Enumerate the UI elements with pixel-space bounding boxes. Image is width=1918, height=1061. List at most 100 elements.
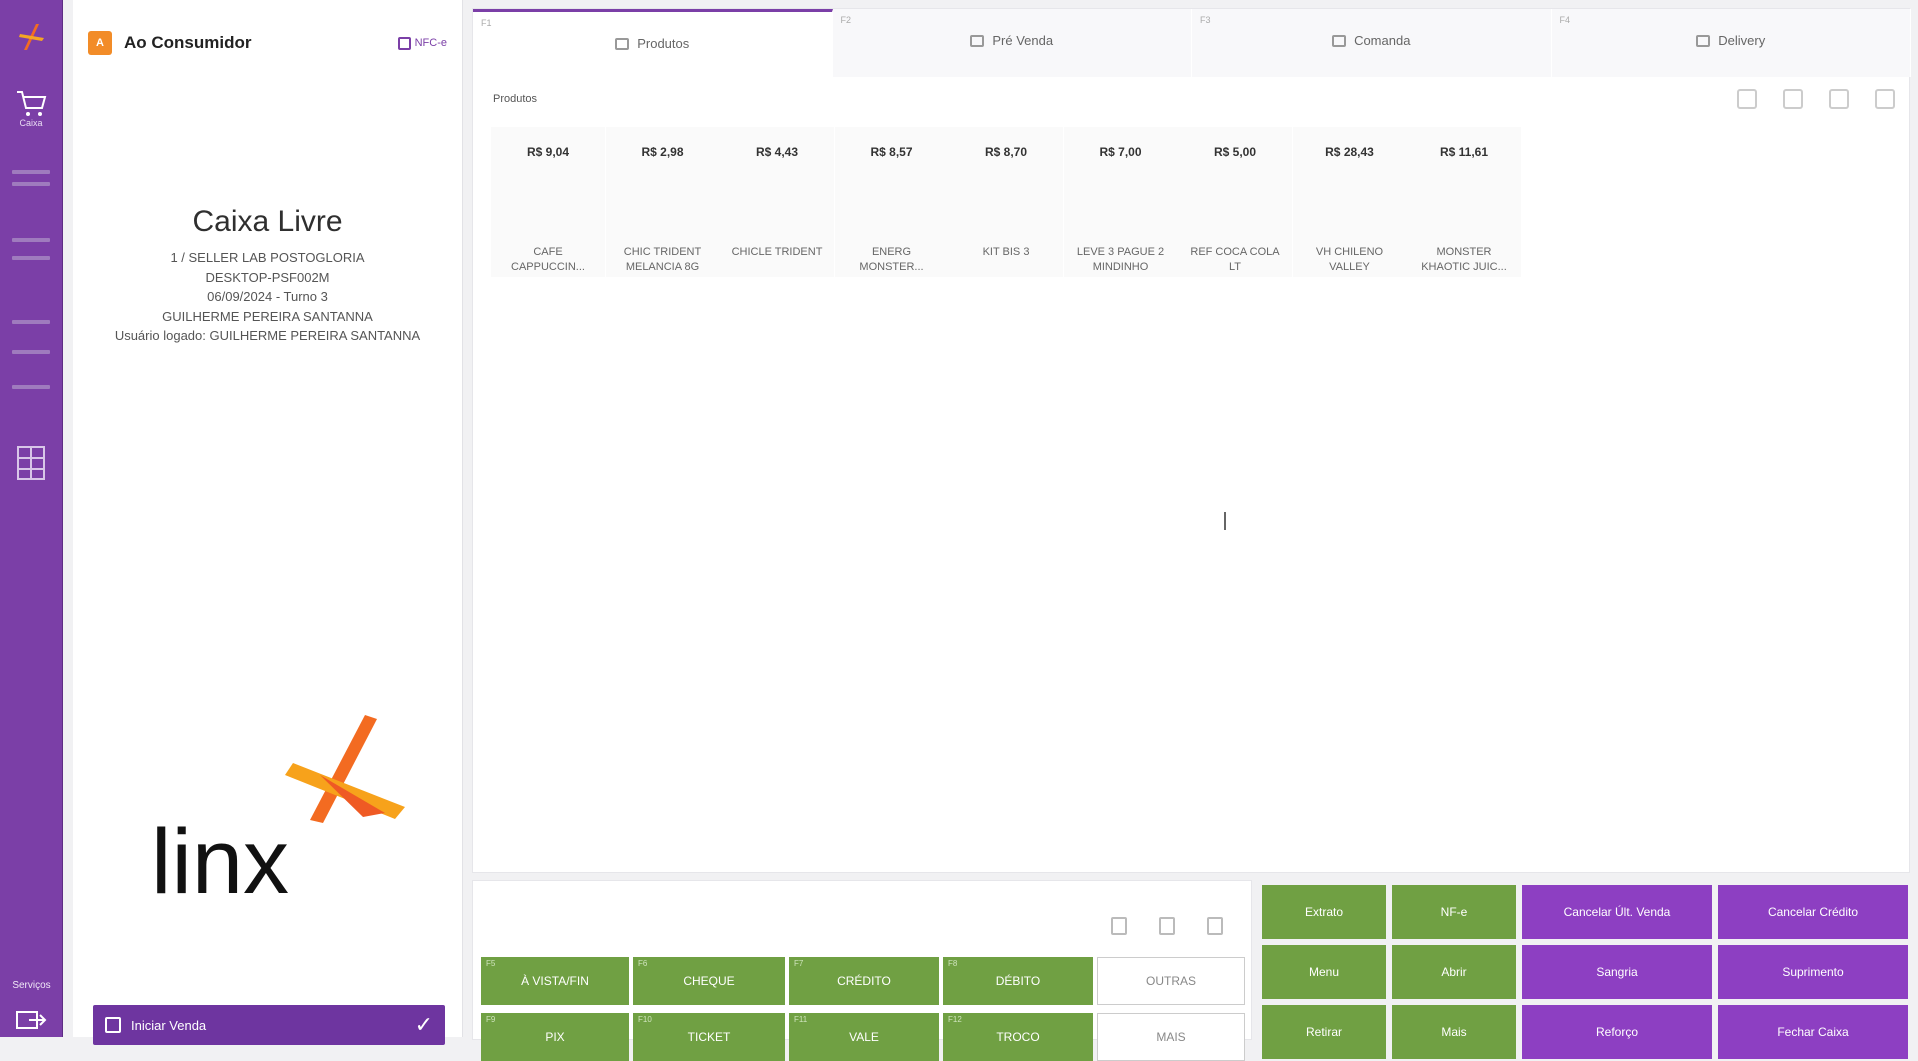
- customer-panel: A Ao Consumidor NFC-e Caixa Livre 1 / SE…: [73, 0, 463, 1045]
- cashier-actions: Extrato NF-e Cancelar Últ. Venda Cancela…: [1262, 885, 1908, 1059]
- payment-panel: F5 À VISTA/FIN F6 CHEQUE F7 CRÉDITO F8 DÉBIT…: [472, 880, 1252, 1061]
- payment-hotkey: F10: [638, 1015, 652, 1024]
- sale-icon: [105, 1017, 121, 1033]
- payment-hotkey: F5: [486, 959, 496, 968]
- payment-label: À VISTA/FIN: [521, 974, 589, 988]
- tab-products[interactable]: F1 Produtos: [473, 9, 833, 77]
- payment-button[interactable]: MAIS: [1097, 1013, 1245, 1061]
- product-name: VH CHILENO VALLEY: [1315, 246, 1384, 273]
- payment-hotkey: F8: [948, 959, 958, 968]
- product-price: R$ 5,00: [1213, 145, 1257, 159]
- payment-button[interactable]: F10 TICKET: [633, 1013, 785, 1061]
- more-button[interactable]: Mais: [1392, 1005, 1516, 1059]
- list-view-icon[interactable]: [1875, 89, 1895, 109]
- payment-button[interactable]: F11 VALE: [789, 1013, 939, 1061]
- phone-icon[interactable]: [1737, 89, 1757, 109]
- cart-nav-button[interactable]: Caixa: [10, 88, 52, 128]
- close-register-button[interactable]: Fechar Caixa: [1718, 1005, 1908, 1059]
- tab-delivery[interactable]: F4 Delivery: [1551, 9, 1911, 77]
- payment-toolbar: [1111, 917, 1223, 935]
- cart-nav-label: Caixa: [19, 118, 43, 128]
- start-sale-button[interactable]: Iniciar Venda ✓: [93, 1005, 445, 1045]
- payment-hotkey: F11: [794, 1015, 808, 1024]
- products-tab-icon: [615, 37, 630, 50]
- tab-pre-sale[interactable]: F2 Pré Venda: [832, 9, 1192, 77]
- rail-item-7[interactable]: [12, 385, 50, 389]
- grid-icon: [17, 446, 45, 480]
- product-card[interactable]: R$ 7,00 LEVE 3 PAGUE 2 MINDINHO: [1063, 127, 1178, 277]
- statement-button[interactable]: Extrato: [1262, 885, 1386, 939]
- rail-item-4[interactable]: [12, 256, 50, 260]
- product-card[interactable]: R$ 11,61 MONSTER KHAOTIC JUIC...: [1407, 127, 1521, 277]
- linx-logo: linx: [151, 715, 405, 910]
- payment-label: OUTRAS: [1145, 974, 1196, 988]
- tab-hotkey: F4: [1559, 15, 1571, 25]
- payment-label: TROCO: [996, 1030, 1040, 1044]
- remove-button[interactable]: Retirar: [1262, 1005, 1386, 1059]
- pre-sale-tab-icon: [970, 34, 985, 47]
- document-icon[interactable]: [1111, 917, 1127, 935]
- grid-nav-button[interactable]: [10, 445, 52, 481]
- reinforce-button[interactable]: Reforço: [1522, 1005, 1712, 1059]
- payment-button[interactable]: F6 CHEQUE: [633, 957, 785, 1005]
- product-card[interactable]: R$ 8,70 KIT BIS 3: [949, 127, 1063, 277]
- nfce-button[interactable]: NFC-e: [397, 36, 447, 50]
- payment-label: TICKET: [687, 1030, 731, 1044]
- rail-item-3[interactable]: [12, 238, 50, 242]
- payment-label: CRÉDITO: [837, 974, 891, 988]
- product-name: CHICLE TRIDENT: [731, 246, 823, 258]
- cashier-info: 1 / SELLER LAB POSTOGLORIA DESKTOP-PSF00…: [73, 248, 462, 346]
- tab-hotkey: F1: [481, 18, 492, 28]
- rail-item-6[interactable]: [12, 350, 50, 354]
- nfe-button[interactable]: NF-e: [1392, 885, 1516, 939]
- product-grid: R$ 9,04 CAFE CAPPUCCIN... R$ 2,98 CHIC TRI…: [491, 127, 1531, 277]
- product-name: CHIC TRIDENT MELANCIA 8G: [623, 246, 702, 273]
- menu-button[interactable]: Menu: [1262, 945, 1386, 999]
- logged-user-line: Usuário logado: GUILHERME PEREIRA SANTAN…: [114, 328, 421, 343]
- rail-item-1[interactable]: [12, 170, 50, 174]
- payment-label: DÉBITO: [995, 974, 1041, 988]
- customer-name: Ao Consumidor: [124, 33, 252, 52]
- payment-hotkey: F9: [486, 1015, 496, 1024]
- rail-item-5[interactable]: [12, 320, 50, 324]
- product-card[interactable]: R$ 8,57 ENERG MONSTER...: [834, 127, 949, 277]
- supply-button[interactable]: Suprimento: [1718, 945, 1908, 999]
- cancel-credit-button[interactable]: Cancelar Crédito: [1718, 885, 1908, 939]
- tab-order[interactable]: F3 Comanda: [1192, 9, 1552, 77]
- payment-button[interactable]: F12 TROCO: [943, 1013, 1093, 1061]
- product-name: LEVE 3 PAGUE 2 MINDINHO: [1076, 246, 1165, 273]
- folder-icon[interactable]: [1159, 917, 1175, 935]
- product-price: R$ 28,43: [1325, 145, 1374, 159]
- withdrawal-button[interactable]: Sangria: [1522, 945, 1712, 999]
- rail-item-2[interactable]: [12, 182, 50, 186]
- payment-button[interactable]: OUTRAS: [1097, 957, 1245, 1005]
- product-card[interactable]: R$ 4,43 CHICLE TRIDENT: [720, 127, 834, 277]
- product-card[interactable]: R$ 9,04 CAFE CAPPUCCIN...: [491, 127, 605, 277]
- services-nav-label[interactable]: Serviços: [0, 980, 63, 991]
- trash-icon[interactable]: [1207, 917, 1223, 935]
- customer-header[interactable]: A Ao Consumidor NFC-e: [88, 30, 447, 56]
- payment-hotkey: F12: [948, 1015, 962, 1024]
- grid-view-icon[interactable]: [1829, 89, 1849, 109]
- tab-bar: F1 Produtos F2 Pré Venda F3 Comanda F4 D…: [473, 9, 1911, 77]
- tab-label: Pré Venda: [992, 33, 1054, 48]
- cancel-last-sale-button[interactable]: Cancelar Últ. Venda: [1522, 885, 1712, 939]
- product-name: ENERG MONSTER...: [859, 246, 924, 273]
- product-card[interactable]: R$ 28,43 VH CHILENO VALLEY: [1292, 127, 1407, 277]
- tab-label: Produtos: [637, 36, 690, 51]
- open-button[interactable]: Abrir: [1392, 945, 1516, 999]
- payment-button[interactable]: F7 CRÉDITO: [789, 957, 939, 1005]
- terminal-line: DESKTOP-PSF002M: [205, 269, 330, 285]
- payment-button[interactable]: F8 DÉBITO: [943, 957, 1093, 1005]
- product-name: REF COCA COLA LT: [1190, 246, 1280, 273]
- tab-label: Comanda: [1354, 33, 1411, 48]
- tab-label: Delivery: [1718, 33, 1766, 48]
- favorite-icon[interactable]: [1783, 89, 1803, 109]
- product-card[interactable]: R$ 2,98 CHIC TRIDENT MELANCIA 8G: [605, 127, 720, 277]
- product-price: R$ 9,04: [526, 145, 570, 159]
- payment-button[interactable]: F9 PIX: [481, 1013, 629, 1061]
- product-card[interactable]: R$ 5,00 REF COCA COLA LT: [1178, 127, 1292, 277]
- payment-button[interactable]: F5 À VISTA/FIN: [481, 957, 629, 1005]
- exit-nav-button[interactable]: [10, 1008, 52, 1032]
- check-icon: ✓: [414, 1012, 433, 1037]
